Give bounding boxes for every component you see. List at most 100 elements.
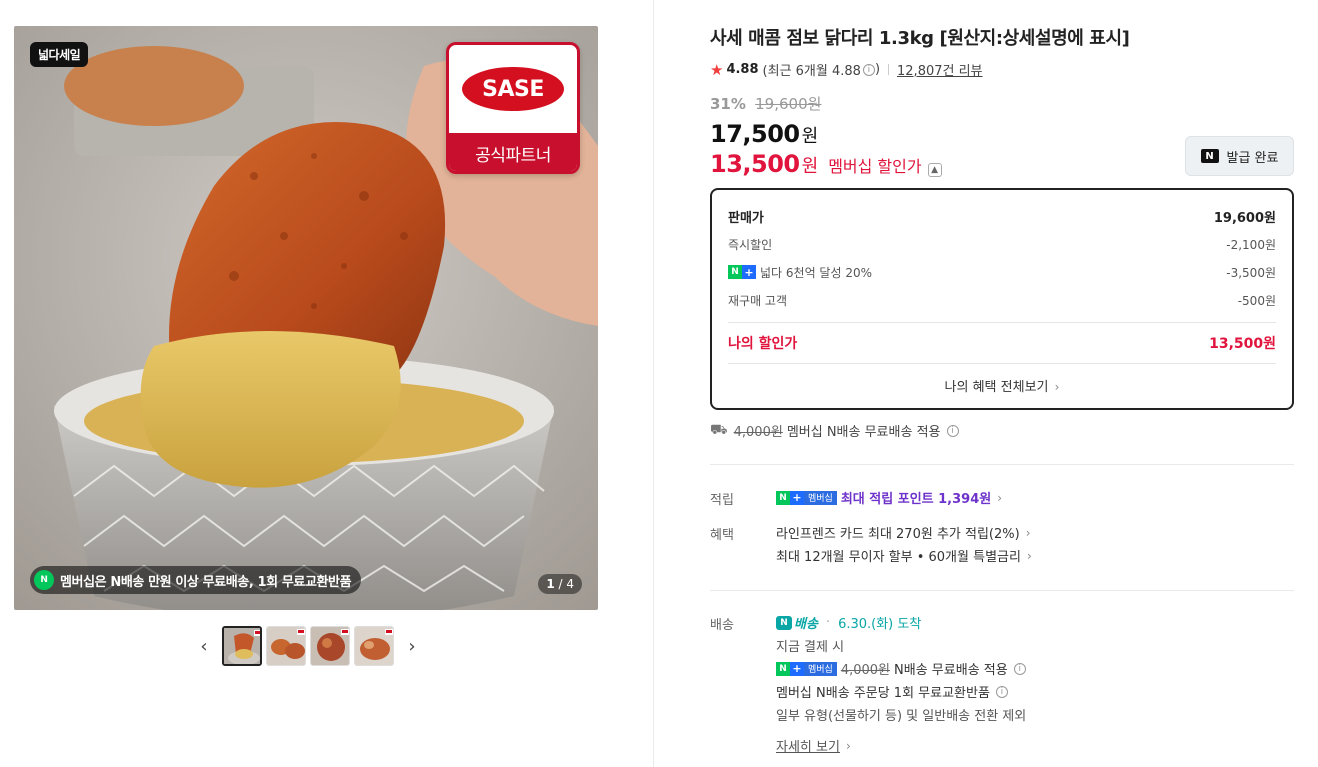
rating-score: 4.88: [726, 62, 759, 77]
price-row-event-discount: N + 넓다 6천억 달성 20% -3,500원: [728, 258, 1276, 286]
delivery-detail-link[interactable]: 자세히 보기 ›: [776, 734, 1026, 757]
thumbnail-2[interactable]: [266, 626, 306, 666]
caption-text: 멤버십은 N배송 만원 이상 무료배송, 1회 무료교환반품: [60, 574, 352, 590]
chevron-up-icon[interactable]: ▲: [927, 163, 942, 177]
review-count-link[interactable]: 12,807건 리뷰: [897, 60, 983, 79]
price-row-instant-discount: 즉시할인 -2,100원: [728, 230, 1276, 258]
recent-rating: (최근 6개월 4.88: [762, 64, 861, 79]
view-all-benefits-link[interactable]: 나의 혜택 전체보기 ›: [728, 364, 1276, 410]
shipping-summary: ⛟ 4,000원 멤버십 N배송 무료배송 적용 i: [710, 421, 959, 440]
counter-total: / 4: [558, 577, 575, 591]
delivery-label: 배송: [710, 618, 734, 633]
free-shipping-line: N + 멤버십 4,000원 N배송 무료배송 적용 i: [776, 657, 1026, 680]
thumbnail-1[interactable]: [222, 626, 262, 666]
pay-now-line: 지금 결제 시: [776, 640, 845, 655]
benefits-section: 라인프렌즈 카드 최대 270원 추가 적립(2%) › 최대 12개월 무이자…: [776, 521, 1032, 567]
price-row-label: 즉시할인: [728, 237, 773, 252]
naver-plus-membership-icon: N + 멤버십: [776, 661, 837, 676]
member-price-label: 멤버십 할인가: [828, 157, 922, 176]
price-breakdown-box: 판매가 19,600원 즉시할인 -2,100원 N + 넓다 6천억 달성 20…: [710, 188, 1294, 410]
n-delivery-badge: N 배송: [776, 613, 818, 632]
brand-logo: SASE: [462, 67, 564, 111]
coupon-button-label: 발급 완료: [1226, 150, 1279, 166]
benefits-label: 혜택: [710, 528, 734, 543]
discount-row: 31% 19,600원: [710, 93, 1294, 114]
divider: [710, 464, 1294, 465]
my-discount-value: 13,500원: [1209, 336, 1276, 352]
thumbnail-3[interactable]: [310, 626, 350, 666]
chevron-right-icon[interactable]: ›: [404, 626, 420, 666]
max-points-text: 최대 적립 포인트 1,394원: [840, 492, 992, 507]
column-divider: [653, 0, 654, 767]
exchange-line: 멤버십 N배송 주문당 1회 무료교환반품 i: [776, 680, 1026, 703]
thumbnail-image: [267, 627, 305, 665]
free-shipping-text: N배송 무료배송 적용: [894, 663, 1008, 678]
my-discount-label: 나의 할인가: [728, 336, 798, 352]
image-counter: 1 / 4: [538, 574, 582, 594]
benefit-text: 최대 12개월 무이자 할부 • 60개월 특별금리: [776, 550, 1021, 565]
recent-rating-close: ): [874, 62, 881, 77]
delivery-arrival-line: N 배송 · 6.30.(화) 도착: [776, 611, 1026, 634]
membership-caption: N 멤버십은 N배송 만원 이상 무료배송, 1회 무료교환반품: [30, 566, 362, 594]
chevron-right-icon: ›: [997, 490, 1003, 505]
star-icon: ★: [710, 60, 724, 79]
thumbnail-4[interactable]: [354, 626, 394, 666]
points-label: 적립: [710, 493, 734, 508]
brand-partner-badge: SASE 공식파트너: [446, 42, 580, 174]
sale-badge: 넓다세일: [30, 42, 89, 67]
product-title: 사세 매콤 점보 닭다리 1.3kg [원산지:상세설명에 표시]: [710, 28, 1130, 49]
points-line[interactable]: N + 멤버십 최대 적립 포인트 1,394원 ›: [776, 486, 1002, 509]
benefit-item-installment[interactable]: 최대 12개월 무이자 할부 • 60개월 특별금리 ›: [776, 544, 1032, 567]
shipping-original-fee: 4,000원: [733, 425, 783, 440]
info-icon[interactable]: i: [862, 63, 875, 76]
info-icon[interactable]: i: [946, 424, 959, 437]
points-section: N + 멤버십 최대 적립 포인트 1,394원 ›: [776, 486, 1002, 509]
info-icon[interactable]: i: [995, 685, 1008, 698]
chevron-right-icon: ›: [845, 738, 851, 753]
thumbnail-image: [311, 627, 349, 665]
price-row-value: 19,600원: [1213, 210, 1276, 226]
price-row-label: 재구매 고객: [728, 293, 788, 308]
arrival-date: 6.30.(화) 도착: [838, 617, 922, 632]
currency-unit: 원: [801, 126, 819, 147]
price-row-value: -3,500원: [1226, 265, 1276, 280]
product-image-main[interactable]: 넓다세일 SASE 공식파트너 N 멤버십은 N배송 만원 이상 무료배송, 1…: [14, 26, 598, 610]
thumbnail-image: [224, 628, 260, 664]
official-partner-label: 공식파트너: [449, 133, 577, 171]
dot-separator: ·: [825, 615, 831, 630]
divider: [710, 590, 1294, 591]
view-all-benefits-label: 나의 혜택 전체보기: [944, 380, 1049, 395]
benefit-item-card[interactable]: 라인프렌즈 카드 최대 270원 추가 적립(2%) ›: [776, 521, 1032, 544]
price-row-list: 판매가 19,600원: [728, 202, 1276, 230]
info-icon[interactable]: i: [1013, 662, 1026, 675]
chevron-right-icon: ›: [1054, 380, 1060, 394]
n-delivery-icon: N: [776, 615, 792, 630]
chevron-left-icon[interactable]: ‹: [196, 626, 212, 666]
discount-rate: 31%: [710, 95, 746, 113]
truck-icon: ⛟: [710, 421, 728, 438]
thumbnail-image: [355, 627, 393, 665]
member-price: 13,500: [710, 150, 800, 178]
price-row-repurchase: 재구매 고객 -500원: [728, 286, 1276, 314]
sale-price: 17,500: [710, 120, 800, 148]
detail-link-label: 자세히 보기: [776, 740, 840, 755]
price-row-value: -500원: [1237, 293, 1276, 308]
thumbnail-strip: ‹ ›: [196, 626, 420, 666]
counter-current: 1: [546, 577, 555, 591]
naver-n-icon: N: [34, 570, 54, 590]
coupon-issued-button[interactable]: N 발급 완료: [1185, 136, 1294, 176]
chevron-right-icon: ›: [1025, 525, 1031, 540]
shipping-summary-text: 멤버십 N배송 무료배송 적용: [786, 425, 941, 440]
original-price: 19,600원: [755, 95, 822, 113]
benefit-text: 라인프렌즈 카드 최대 270원 추가 적립(2%): [776, 527, 1020, 542]
naver-n-icon: N: [1200, 149, 1219, 163]
chevron-right-icon: ›: [1026, 548, 1032, 563]
divider: [888, 64, 890, 75]
delivery-original-fee: 4,000원: [840, 663, 891, 678]
rating-row: ★ 4.88 (최근 6개월 4.88 i ) 12,807건 리뷰: [710, 60, 1294, 80]
price-row-label: 넓다 6천억 달성 20%: [760, 265, 872, 280]
naver-plus-membership-icon: N + 멤버십: [776, 490, 837, 505]
price-row-value: -2,100원: [1226, 237, 1276, 252]
delivery-section: N 배송 · 6.30.(화) 도착 지금 결제 시 N + 멤버십 4,000원 …: [776, 611, 1026, 757]
exclude-line: 일부 유형(선물하기 등) 및 일반배송 전환 제외: [776, 709, 1027, 724]
